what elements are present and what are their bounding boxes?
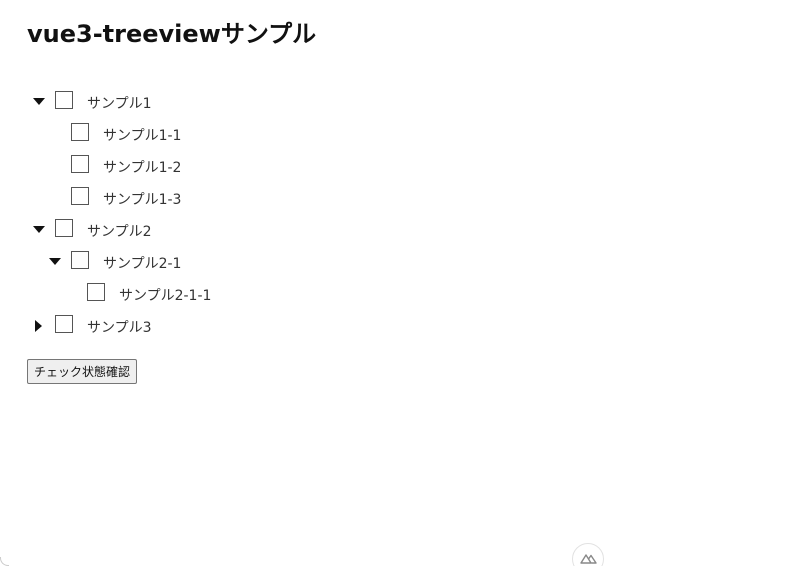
nuxt-devtools-badge[interactable] xyxy=(572,543,604,566)
tree-node-label[interactable]: サンプル2-1-1 xyxy=(119,285,211,305)
tree-node-label[interactable]: サンプル1-2 xyxy=(103,157,181,177)
tree-node-label[interactable]: サンプル2 xyxy=(87,221,152,241)
tree-node: サンプル1-3 xyxy=(0,182,600,214)
tree-node-checkbox[interactable] xyxy=(71,251,89,269)
tree-node-checkbox[interactable] xyxy=(87,283,105,301)
tree-node-checkbox[interactable] xyxy=(55,91,73,109)
tree-node: サンプル3 xyxy=(0,310,600,342)
tree-node-checkbox[interactable] xyxy=(71,155,89,173)
tree-node-checkbox[interactable] xyxy=(55,315,73,333)
tree-view: サンプル1 サンプル1-1 サンプル1-2 サンプル1-3 サンプル2 サンプル2-1 サン… xyxy=(0,86,600,342)
tree-node: サンプル2-1 xyxy=(0,246,600,278)
tree-node-label[interactable]: サンプル1-1 xyxy=(103,125,181,145)
caret-down-icon[interactable] xyxy=(33,224,45,236)
tree-node-checkbox[interactable] xyxy=(71,187,89,205)
tree-node: サンプル2 xyxy=(0,214,600,246)
tree-node-checkbox[interactable] xyxy=(55,219,73,237)
tree-node-label[interactable]: サンプル1-3 xyxy=(103,189,181,209)
tree-node: サンプル1-1 xyxy=(0,118,600,150)
tree-node: サンプル2-1-1 xyxy=(0,278,600,310)
tree-node-label[interactable]: サンプル1 xyxy=(87,93,152,113)
caret-down-icon[interactable] xyxy=(49,256,61,268)
check-state-button[interactable]: チェック状態確認 xyxy=(27,359,138,384)
tree-node-label[interactable]: サンプル2-1 xyxy=(103,253,181,273)
tree-node: サンプル1 xyxy=(0,86,600,118)
page: vue3-treeviewサンプル サンプル1 サンプル1-1 サンプル1-2 サンプ… xyxy=(0,0,787,566)
window-corner xyxy=(0,557,9,566)
page-title: vue3-treeviewサンプル xyxy=(27,20,317,48)
caret-down-icon[interactable] xyxy=(33,96,45,108)
tree-node: サンプル1-2 xyxy=(0,150,600,182)
caret-right-icon[interactable] xyxy=(33,320,45,332)
tree-node-label[interactable]: サンプル3 xyxy=(87,317,152,337)
tree-node-checkbox[interactable] xyxy=(71,123,89,141)
nuxt-logo-icon xyxy=(580,554,597,564)
